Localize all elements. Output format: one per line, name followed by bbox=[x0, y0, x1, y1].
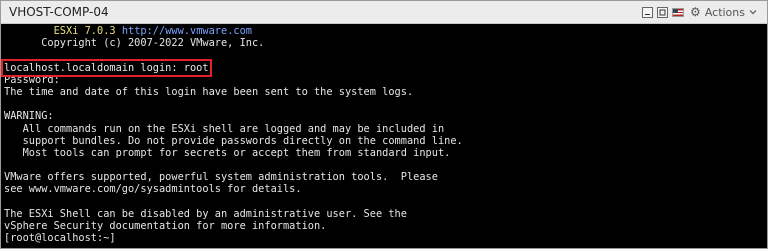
product-version: ESXi 7.0.3 bbox=[53, 25, 116, 37]
highlighted-login-prompt: localhost.localdomain login: root bbox=[1, 58, 212, 77]
minimize-window-icon[interactable] bbox=[642, 6, 654, 18]
terminal-line: ESXi 7.0.3 http://www.vmware.com bbox=[4, 25, 767, 37]
shell-prompt[interactable]: [root@localhost:~] bbox=[4, 232, 767, 244]
terminal-line: The time and date of this login have bee… bbox=[4, 85, 414, 98]
console-terminal[interactable]: ESXi 7.0.3 http://www.vmware.com Copyrig… bbox=[1, 24, 767, 248]
terminal-line: VMware offers supported, powerful system… bbox=[4, 171, 438, 184]
terminal-line: WARNING: bbox=[4, 110, 54, 123]
terminal-line: Most tools can prompt for secrets or acc… bbox=[4, 146, 451, 159]
product-indent bbox=[4, 25, 54, 37]
terminal-line: The ESXi Shell can be disabled by an adm… bbox=[4, 207, 407, 220]
chevron-down-icon[interactable] bbox=[749, 8, 757, 16]
terminal-line: All commands run on the ESXi shell are l… bbox=[4, 122, 445, 135]
window-title: VHOST-COMP-04 bbox=[9, 5, 109, 19]
terminal-line: localhost.localdomain login: root bbox=[1, 58, 767, 77]
terminal-line: Password: bbox=[4, 73, 60, 86]
terminal-line: vSphere Security documentation for more … bbox=[4, 220, 327, 232]
keyboard-language-flag-icon[interactable] bbox=[672, 7, 685, 17]
terminal-line: support bundles. Do not provide password… bbox=[4, 134, 463, 147]
terminal-line: Copyright (c) 2007-2022 VMware, Inc. bbox=[4, 37, 265, 50]
actions-menu-button[interactable]: Actions bbox=[705, 6, 745, 19]
vmware-url: http://www.vmware.com bbox=[121, 25, 252, 37]
title-bar: VHOST-COMP-04 ⚙ Actions bbox=[1, 1, 767, 24]
terminal-line: see www.vmware.com/go/sysadmintools for … bbox=[4, 183, 302, 196]
restore-window-icon[interactable] bbox=[657, 6, 669, 18]
console-window: VHOST-COMP-04 ⚙ Actions ESXi 7.0.3 http:… bbox=[0, 0, 768, 249]
window-controls: ⚙ Actions bbox=[642, 6, 757, 19]
settings-gear-icon[interactable]: ⚙ bbox=[690, 6, 701, 18]
